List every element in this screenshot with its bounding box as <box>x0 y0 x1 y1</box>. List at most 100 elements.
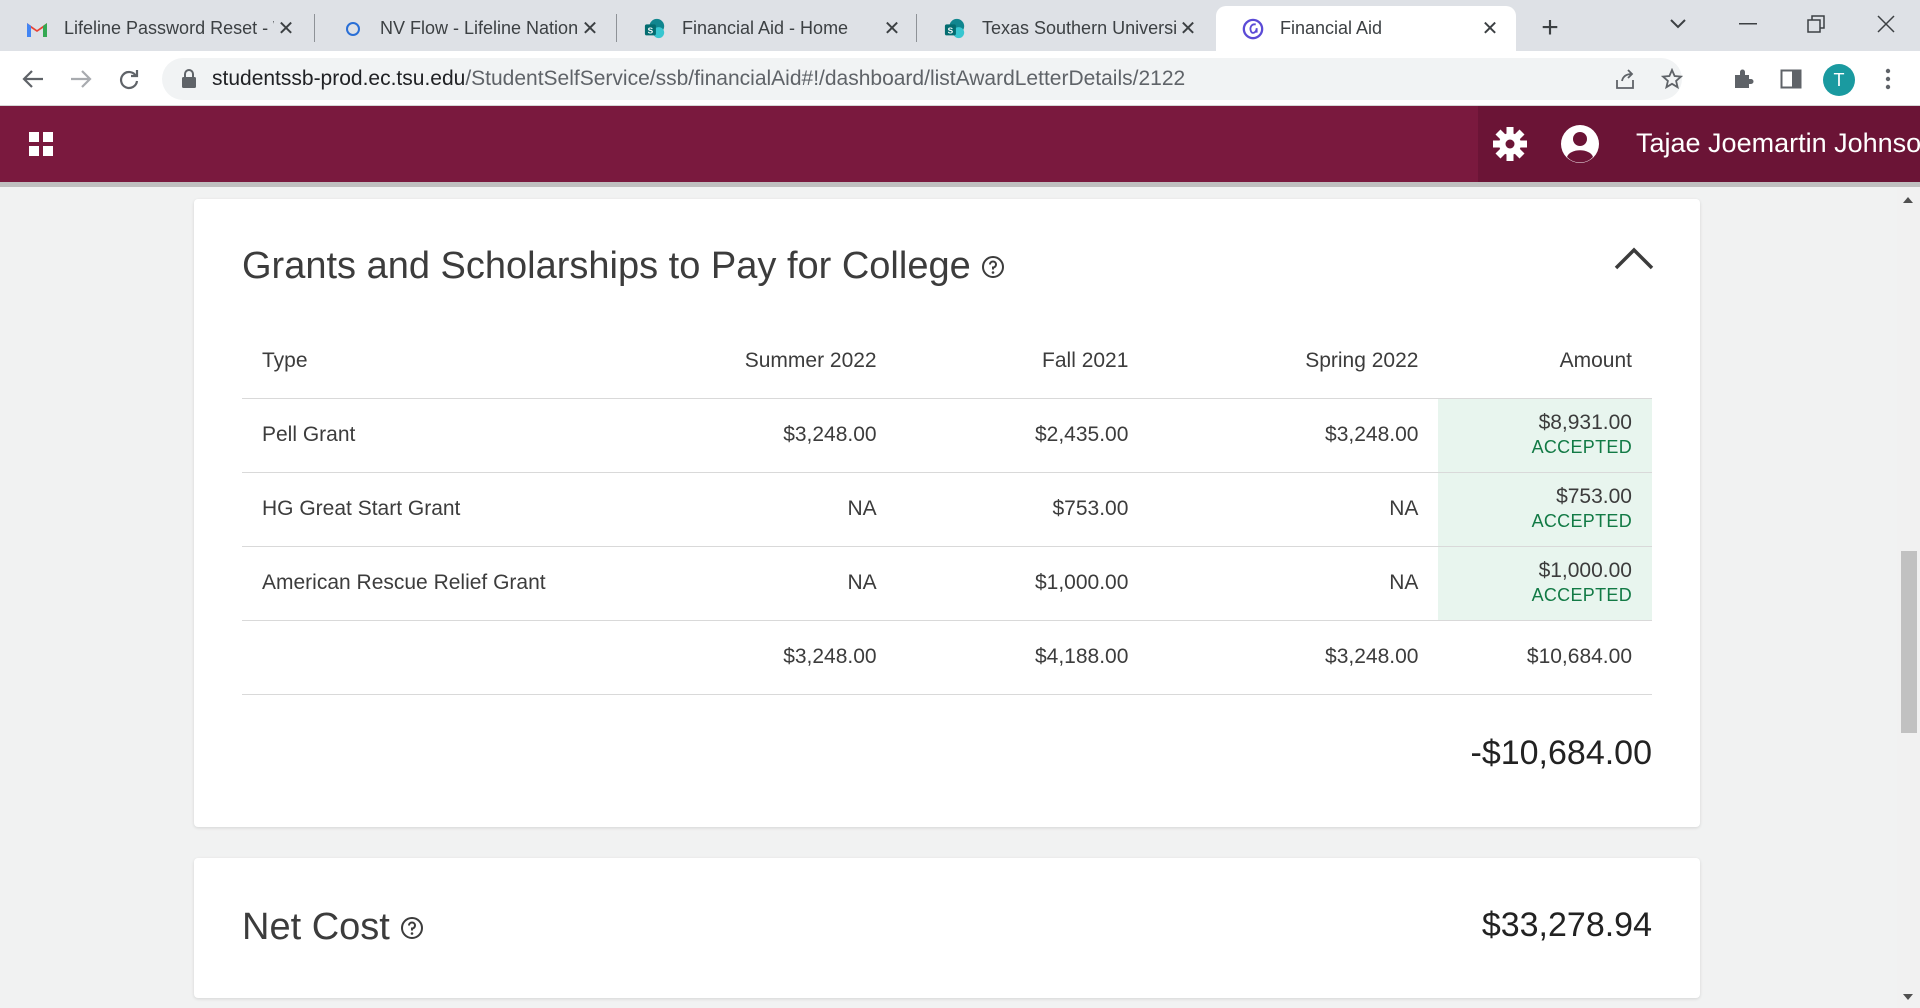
chevron-up-icon[interactable] <box>1612 243 1656 273</box>
close-icon[interactable]: ✕ <box>578 17 602 41</box>
award-amount-cell: $1,000.00 ACCEPTED <box>1438 545 1652 620</box>
spring-amount: NA <box>1148 545 1439 620</box>
column-header-fall: Fall 2021 <box>1042 348 1129 372</box>
award-amount-cell: $8,931.00 ACCEPTED <box>1438 397 1652 472</box>
summer-total: $3,248.00 <box>644 619 897 695</box>
net-cost-title: Net Cost <box>242 906 390 948</box>
app-header: Tajae Joemartin Johnson <box>0 106 1920 182</box>
grants-scholarships-card: Grants and Scholarships to Pay for Colle… <box>194 199 1700 827</box>
ellucian-icon <box>1242 18 1264 40</box>
close-window-button[interactable] <box>1866 6 1906 42</box>
reload-button[interactable] <box>112 62 146 96</box>
fall-amount: $753.00 <box>896 471 1149 546</box>
spring-amount: $3,248.00 <box>1148 397 1439 472</box>
browser-menu-icon[interactable] <box>1871 62 1905 96</box>
tab-title: Texas Southern University <box>982 18 1176 38</box>
user-name[interactable]: Tajae Joemartin Johnson <box>1636 128 1920 159</box>
close-icon[interactable]: ✕ <box>880 17 904 41</box>
bookmark-star-icon[interactable] <box>1657 64 1687 94</box>
award-amount: $753.00 <box>1556 485 1632 508</box>
scroll-down-arrow-icon[interactable] <box>1903 994 1913 1000</box>
tab-title: NV Flow - Lifeline Nationa <box>380 18 578 38</box>
user-avatar-icon[interactable] <box>1560 124 1600 164</box>
tab-separator <box>616 14 617 42</box>
page-scrollbar[interactable] <box>1897 187 1920 1008</box>
restore-button[interactable] <box>1796 6 1836 42</box>
app-menu-grid-icon[interactable] <box>29 132 55 158</box>
award-amount-cell: $753.00 ACCEPTED <box>1438 471 1652 546</box>
scroll-thumb[interactable] <box>1901 551 1917 733</box>
share-icon[interactable] <box>1610 64 1640 94</box>
gmail-icon <box>26 18 48 40</box>
summer-amount: NA <box>644 471 897 546</box>
tab-title: Lifeline Password Reset - W <box>64 18 274 38</box>
net-cost-amount: $33,278.94 <box>1481 906 1652 944</box>
award-amount: $8,931.00 <box>1538 411 1632 434</box>
fall-amount: $1,000.00 <box>896 545 1149 620</box>
minimize-button[interactable] <box>1728 6 1768 42</box>
table-row: HG Great Start Grant NA $753.00 NA $753.… <box>242 471 1652 546</box>
close-icon[interactable]: ✕ <box>274 17 298 41</box>
status-badge: ACCEPTED <box>1531 437 1632 457</box>
tab-search-icon[interactable] <box>1658 6 1698 42</box>
address-bar[interactable]: studentssb-prod.ec.tsu.edu/StudentSelfSe… <box>162 58 1683 100</box>
totals-row: $3,248.00 $4,188.00 $3,248.00 $10,684.00 <box>242 619 1652 695</box>
tab-title: Financial Aid - Home <box>682 18 849 38</box>
lock-icon <box>182 69 196 88</box>
tab-texas-southern[interactable]: S Texas Southern University ✕ <box>918 6 1214 51</box>
table-row: American Rescue Relief Grant NA $1,000.0… <box>242 545 1652 620</box>
browser-toolbar: studentssb-prod.ec.tsu.edu/StudentSelfSe… <box>0 51 1920 106</box>
grants-title: Grants and Scholarships to Pay for Colle… <box>242 245 971 287</box>
nvflow-icon <box>342 18 364 40</box>
close-icon[interactable]: ✕ <box>1176 17 1200 41</box>
table-header-row: Type Summer 2022 Fall 2021 Spring 2022 A… <box>242 324 1652 398</box>
section-title-grants: Grants and Scholarships to Pay for Colle… <box>242 245 1005 288</box>
award-type: HG Great Start Grant <box>242 471 645 546</box>
url-host: studentssb-prod.ec.tsu.edu <box>212 67 466 90</box>
tab-separator <box>314 14 315 42</box>
award-amount: $1,000.00 <box>1538 559 1632 582</box>
award-type: American Rescue Relief Grant <box>242 545 645 620</box>
summer-amount: NA <box>644 545 897 620</box>
browser-tab-strip: Lifeline Password Reset - W ✕ NV Flow - … <box>0 0 1920 51</box>
spring-total: $3,248.00 <box>1148 619 1439 695</box>
close-icon[interactable]: ✕ <box>1478 17 1502 41</box>
section-title-net-cost: Net Cost <box>242 906 424 949</box>
gear-icon[interactable] <box>1490 124 1530 164</box>
grants-table: Type Summer 2022 Fall 2021 Spring 2022 A… <box>242 324 1652 695</box>
fall-total: $4,188.00 <box>896 619 1149 695</box>
sharepoint-icon: S <box>944 18 966 40</box>
help-icon[interactable] <box>400 916 424 940</box>
svg-text:S: S <box>948 26 954 35</box>
tab-nv-flow[interactable]: NV Flow - Lifeline Nationa ✕ <box>316 6 616 51</box>
totals-label <box>242 619 645 695</box>
profile-avatar[interactable]: T <box>1823 64 1855 96</box>
sharepoint-icon: S <box>644 18 666 40</box>
status-badge: ACCEPTED <box>1531 511 1632 531</box>
tab-title: Financial Aid <box>1280 18 1383 38</box>
column-header-amount: Amount <box>1559 348 1632 372</box>
column-header-summer: Summer 2022 <box>744 348 877 372</box>
extensions-icon[interactable] <box>1726 62 1760 96</box>
fall-amount: $2,435.00 <box>896 397 1149 472</box>
grants-grand-total: -$10,684.00 <box>1470 734 1653 772</box>
column-header-spring: Spring 2022 <box>1305 348 1419 372</box>
tab-financial-aid-home[interactable]: S Financial Aid - Home ✕ <box>618 6 918 51</box>
svg-text:S: S <box>648 26 654 35</box>
tab-separator <box>916 14 917 42</box>
summer-amount: $3,248.00 <box>644 397 897 472</box>
new-tab-button[interactable]: + <box>1532 10 1568 46</box>
amount-total: $10,684.00 <box>1438 619 1652 695</box>
scroll-up-arrow-icon[interactable] <box>1903 197 1913 203</box>
header-shadow <box>0 182 1920 187</box>
spring-amount: NA <box>1148 471 1439 546</box>
tab-lifeline-password-reset[interactable]: Lifeline Password Reset - W ✕ <box>0 6 312 51</box>
help-icon[interactable] <box>981 255 1005 279</box>
side-panel-icon[interactable] <box>1774 62 1808 96</box>
tab-financial-aid[interactable]: Financial Aid ✕ <box>1216 6 1516 51</box>
url-text: studentssb-prod.ec.tsu.edu/StudentSelfSe… <box>212 67 1185 91</box>
forward-button[interactable] <box>64 62 98 96</box>
award-type: Pell Grant <box>242 397 645 472</box>
back-button[interactable] <box>16 62 50 96</box>
status-badge: ACCEPTED <box>1531 585 1632 605</box>
